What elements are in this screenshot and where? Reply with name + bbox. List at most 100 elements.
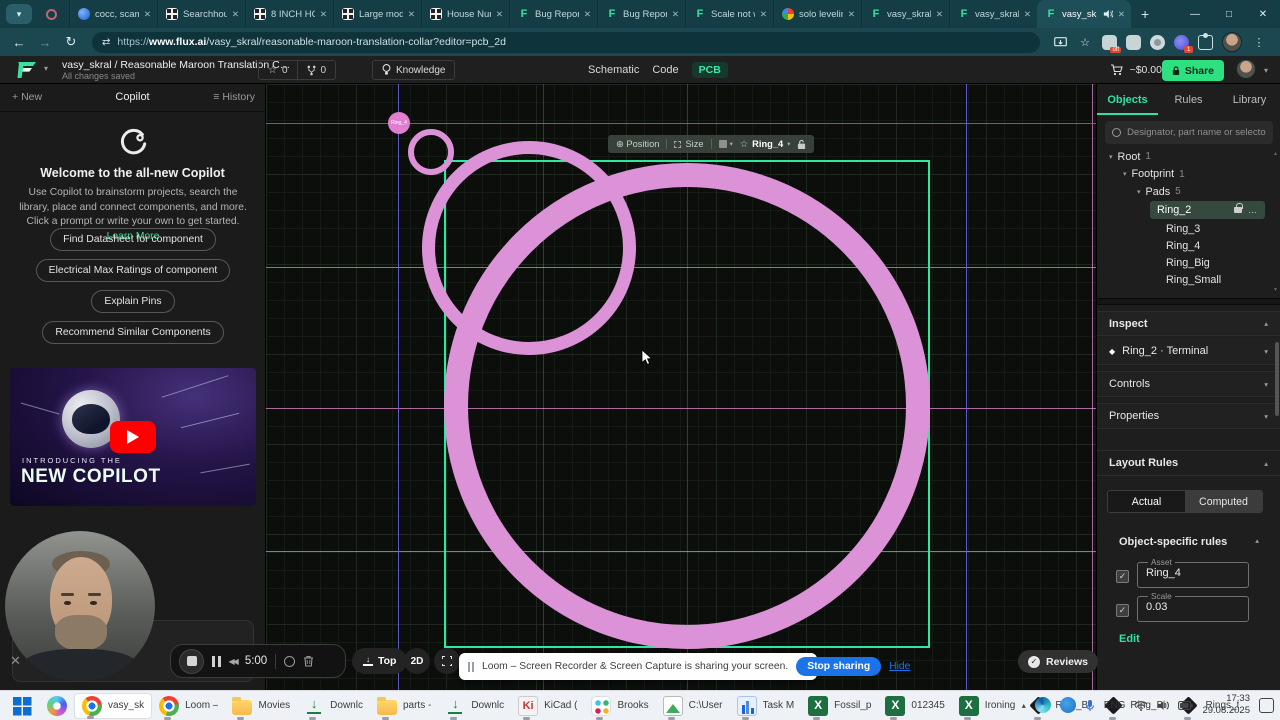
share-button[interactable]: Share: [1161, 60, 1224, 81]
site-info-icon[interactable]: ⇄: [102, 37, 110, 48]
taskbar-item[interactable]: KiCad (: [511, 693, 584, 720]
star-count-button[interactable]: ☆ 0: [259, 61, 297, 79]
reviews-button[interactable]: ✓ Reviews: [1018, 650, 1099, 673]
scroll-down-icon[interactable]: ▾: [1274, 286, 1277, 293]
flux-logo-icon[interactable]: [14, 59, 40, 81]
browser-tab[interactable]: Scale not w: [685, 0, 773, 28]
copilot-prompt-button[interactable]: Recommend Similar Components: [42, 321, 224, 344]
language-indicator[interactable]: ENG: [1104, 700, 1126, 711]
browser-tab-active[interactable]: vasy_sk: [1037, 0, 1131, 28]
row-menu-icon[interactable]: …: [1248, 205, 1258, 215]
stop-recording-button[interactable]: [179, 648, 204, 674]
object-rules-header[interactable]: Object-specific rules ▴: [1119, 536, 1259, 548]
browser-profile-avatar[interactable]: [1222, 32, 1242, 52]
stop-sharing-button[interactable]: Stop sharing: [796, 657, 882, 676]
taskbar-item[interactable]: [40, 693, 74, 719]
tree-row[interactable]: Ring_Big: [1166, 254, 1210, 272]
fullscreen-button[interactable]: [434, 648, 460, 674]
asset-rule-checkbox[interactable]: ✓: [1116, 570, 1129, 583]
browser-tab[interactable]: 8 INCH HO: [245, 0, 333, 28]
taskbar-item[interactable]: C:\User: [656, 693, 730, 720]
tray-chevron-icon[interactable]: ▴: [1022, 701, 1026, 710]
edit-rules-link[interactable]: Edit: [1119, 633, 1140, 645]
browser-tab[interactable]: House Num: [421, 0, 509, 28]
taskbar-item[interactable]: Brooks: [584, 693, 655, 720]
restart-icon[interactable]: ◀◀: [229, 657, 239, 666]
size-tool[interactable]: Size: [674, 139, 704, 149]
taskbar-item[interactable]: vasy_sk: [74, 692, 153, 719]
tab-audio-icon[interactable]: [1103, 9, 1113, 19]
scroll-up-icon[interactable]: ▴: [1274, 150, 1277, 157]
tree-caret-icon[interactable]: ▾: [1123, 170, 1127, 178]
layout-rules-section-header[interactable]: Layout Rules ▴: [1097, 450, 1280, 476]
terminal-row[interactable]: ◆ Ring_2 · Terminal ▾: [1097, 338, 1280, 365]
scrollbar-thumb[interactable]: [1275, 342, 1279, 416]
taskbar-item[interactable]: Ironing: [952, 693, 1023, 720]
tab-close-icon[interactable]: [1024, 9, 1031, 20]
maximize-button[interactable]: □: [1212, 9, 1246, 20]
inspect-section-header[interactable]: Inspect ▴: [1097, 311, 1280, 336]
tab-pcb[interactable]: PCB: [691, 62, 728, 78]
webcam-video[interactable]: [5, 531, 155, 681]
browser-tab[interactable]: vasy_skral/: [861, 0, 949, 28]
taskbar-item[interactable]: Fossil_p: [801, 693, 878, 720]
pcb-canvas[interactable]: Ring_4 ⊕ Position Size ▾ ☆ Ring_4 ▾: [266, 84, 1096, 690]
bookmark-star-icon[interactable]: ☆: [1077, 34, 1093, 50]
taskbar-item[interactable]: Movies: [225, 693, 297, 720]
back-button[interactable]: ←: [6, 35, 32, 50]
extension-vpn-icon[interactable]: [1102, 34, 1121, 53]
forward-button[interactable]: →: [32, 35, 58, 50]
tree-caret-icon[interactable]: ▾: [1109, 153, 1113, 161]
youtube-play-button[interactable]: [110, 421, 156, 453]
battery-icon[interactable]: [1178, 700, 1194, 710]
browser-menu-icon[interactable]: ⋮: [1251, 34, 1267, 50]
user-avatar[interactable]: [1236, 59, 1256, 79]
extension-notification-icon[interactable]: [1174, 34, 1193, 53]
layer-swatch-dropdown[interactable]: ▾: [718, 140, 733, 148]
pad-selector-dropdown[interactable]: ☆ Ring_4 ▾: [740, 139, 791, 150]
tab-code[interactable]: Code: [652, 64, 678, 76]
browser-tab[interactable]: Bug Report: [509, 0, 597, 28]
new-tab-button[interactable]: +: [1141, 6, 1149, 22]
tree-group-row[interactable]: ▾ Footprint 1: [1097, 166, 1280, 184]
tab-objects[interactable]: Objects: [1097, 90, 1158, 115]
copilot-prompt-button[interactable]: Electrical Max Ratings of component: [35, 259, 231, 282]
tree-row[interactable]: Ring_Small: [1166, 271, 1221, 289]
tab-schematic[interactable]: Schematic: [588, 64, 639, 76]
position-tool[interactable]: ⊕ Position: [616, 139, 659, 150]
actual-tab[interactable]: Actual: [1108, 491, 1185, 512]
tab-close-icon[interactable]: [408, 9, 415, 20]
copilot-video-thumbnail[interactable]: INTRODUCING THE NEW COPILOT: [10, 368, 256, 506]
tree-row[interactable]: Ring_3: [1166, 220, 1200, 238]
taskbar-item[interactable]: Downlc: [297, 693, 370, 720]
pad-ring[interactable]: [408, 129, 454, 175]
history-button[interactable]: ≡ History: [213, 91, 255, 103]
pause-button[interactable]: [212, 655, 221, 667]
panel-divider[interactable]: [1097, 298, 1280, 305]
camera-toggle-icon[interactable]: [284, 655, 296, 667]
tab-close-icon[interactable]: [320, 9, 327, 20]
pad-origin-badge[interactable]: Ring_4: [388, 112, 410, 134]
tab-rules[interactable]: Rules: [1158, 90, 1219, 115]
browser-tab[interactable]: Searchhous: [157, 0, 245, 28]
reload-button[interactable]: ↻: [58, 34, 84, 50]
onedrive-icon[interactable]: [1059, 697, 1076, 713]
tab-close-icon[interactable]: [760, 9, 767, 20]
taskbar-item[interactable]: Downlc: [438, 693, 511, 720]
browser-tab[interactable]: vasy_skral/: [949, 0, 1037, 28]
taskbar-item[interactable]: 012345: [878, 693, 951, 720]
close-window-button[interactable]: ✕: [1246, 9, 1280, 20]
scale-rule-checkbox[interactable]: ✓: [1116, 604, 1129, 617]
tree-caret-icon[interactable]: ▾: [1137, 188, 1141, 196]
edge-icon[interactable]: [1034, 697, 1051, 713]
layer-top-button[interactable]: ↓ Top: [352, 648, 408, 674]
tree-row-selected[interactable]: Ring_2 …: [1150, 201, 1265, 219]
taskbar-item[interactable]: Loom –: [152, 693, 225, 720]
object-search-input[interactable]: Designator, part name or selector: [1105, 121, 1273, 144]
controls-section-header[interactable]: Controls ▾: [1097, 371, 1280, 397]
computed-tab[interactable]: Computed: [1185, 491, 1262, 512]
drag-handle-icon[interactable]: [468, 661, 474, 672]
pad-ring[interactable]: [444, 163, 930, 649]
fork-count-button[interactable]: 0: [296, 61, 336, 79]
properties-section-header[interactable]: Properties ▾: [1097, 403, 1280, 429]
